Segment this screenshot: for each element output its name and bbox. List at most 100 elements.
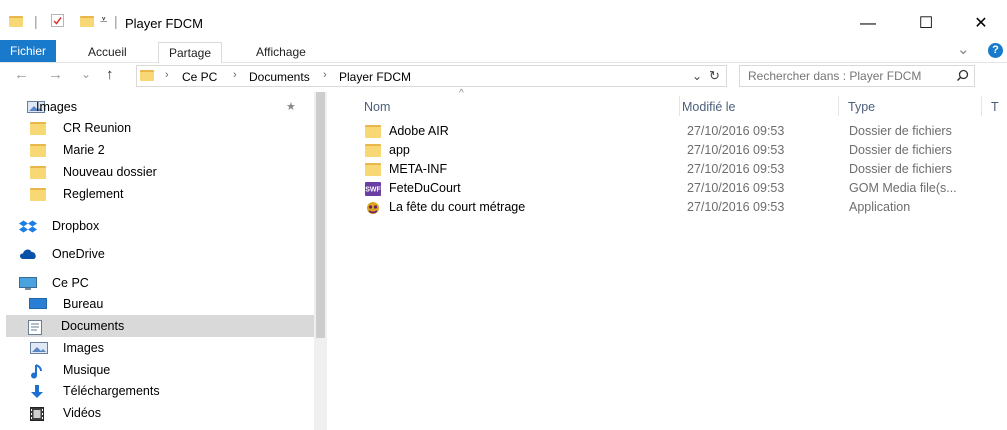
nav-item-label: Bureau [63, 297, 104, 311]
nav-item-images[interactable]: Images ★ [8, 96, 314, 118]
back-button[interactable]: ← [14, 66, 29, 83]
folder-icon [365, 144, 381, 160]
expand-ribbon-icon[interactable]: ⌄ [957, 40, 970, 58]
folder-icon [30, 144, 46, 160]
nav-item-label: Ce PC [52, 276, 89, 290]
nav-item-label: Téléchargements [63, 384, 160, 398]
column-header-modifie[interactable]: Modifié le [682, 100, 736, 114]
file-type: Dossier de fichiers [849, 143, 952, 157]
folder-icon [140, 70, 154, 81]
nav-item-label: Dropbox [52, 219, 100, 233]
nav-item-téléchargements[interactable]: Téléchargements [8, 380, 314, 402]
file-row[interactable]: Adobe AIR 27/10/2016 09:53 Dossier de fich… [363, 122, 1003, 141]
svg-text:SWF: SWF [365, 187, 381, 194]
nav-scrollbar-thumb[interactable] [316, 92, 325, 338]
nav-item-marie-2[interactable]: Marie 2 [8, 139, 314, 161]
tab-partage[interactable]: Partage [158, 42, 223, 63]
breadcrumb-documents[interactable]: Documents [249, 70, 310, 84]
nav-item-label: Reglement [63, 187, 124, 201]
nav-item-onedrive[interactable]: OneDrive [8, 243, 314, 265]
folder-icon [365, 163, 381, 179]
tab-fichier[interactable]: Fichier [0, 40, 57, 62]
properties-icon[interactable] [51, 14, 64, 27]
up-button[interactable]: ↑ [106, 66, 114, 83]
nav-item-label: Vidéos [63, 406, 101, 420]
nav-item-ce-pc[interactable]: Ce PC [8, 272, 314, 294]
nav-item-label: Marie 2 [63, 143, 105, 157]
file-date: 27/10/2016 09:53 [687, 124, 785, 138]
nav-item-label: Documents [61, 319, 125, 333]
swf-file-icon: SWF [365, 182, 381, 199]
file-row[interactable]: La fête du court métrage 27/10/2016 09:53… [363, 198, 1003, 217]
nav-item-label: Nouveau dossier [63, 165, 157, 179]
folder-icon [30, 166, 46, 182]
column-header-nom[interactable]: Nom [364, 100, 390, 114]
address-row: ← → ⌄ ↑ › Ce PC › Documents › Player FDC… [0, 63, 1007, 91]
help-icon[interactable]: ? [988, 43, 1003, 58]
column-divider[interactable] [981, 96, 982, 116]
recent-locations-button[interactable]: ⌄ [81, 67, 91, 81]
folder-icon [30, 122, 46, 138]
forward-button[interactable]: → [48, 66, 63, 83]
documents-icon [28, 320, 42, 338]
pictures-icon [30, 342, 48, 357]
nav-item-bureau[interactable]: Bureau [8, 293, 314, 315]
address-bar[interactable]: › Ce PC › Documents › Player FDCM ⌄ ↻ [136, 65, 727, 87]
dropbox-icon [19, 220, 37, 237]
file-type: Dossier de fichiers [849, 124, 952, 138]
search-box[interactable] [739, 65, 975, 87]
file-date: 27/10/2016 09:53 [687, 200, 785, 214]
maximize-button[interactable]: ☐ [903, 10, 949, 38]
application-icon [365, 201, 381, 218]
nav-item-vidéos[interactable]: Vidéos [8, 402, 314, 424]
nav-item-nouveau-dossier[interactable]: Nouveau dossier [8, 161, 314, 183]
column-header-type[interactable]: Type [848, 100, 875, 114]
navigation-pane: Images ★ CR Reunion Marie 2 Nouveau dossier R… [0, 92, 327, 430]
address-dropdown-button[interactable]: ⌄ [692, 69, 702, 83]
folder-icon [9, 16, 23, 27]
column-divider[interactable] [838, 96, 839, 116]
nav-item-label: OneDrive [52, 247, 105, 261]
downloads-icon [30, 385, 44, 403]
column-header-taille[interactable]: T [991, 100, 999, 114]
customize-quick-access-icon[interactable]: ⩡ [100, 12, 107, 28]
desktop-icon [29, 298, 47, 312]
file-row[interactable]: SWF FeteDuCourt 27/10/2016 09:53 GOM Media … [363, 179, 1003, 198]
computer-icon [19, 277, 37, 294]
breadcrumb-separator: › [323, 69, 327, 81]
file-list: ^ Nom Modifié le Type T Adobe AIR 27/10/2… [329, 88, 1007, 430]
search-input[interactable] [748, 69, 948, 83]
nav-item-label: Musique [63, 363, 111, 377]
refresh-button[interactable]: ↻ [709, 68, 720, 84]
breadcrumb-ce-pc[interactable]: Ce PC [182, 70, 217, 84]
nav-item-documents[interactable]: Documents [6, 315, 314, 337]
breadcrumb-player-fdcm[interactable]: Player FDCM [339, 70, 411, 84]
file-name: app [389, 143, 410, 157]
new-folder-icon[interactable] [80, 16, 94, 27]
nav-item-label: Images [36, 100, 77, 114]
nav-item-cr-reunion[interactable]: CR Reunion [8, 117, 314, 139]
search-icon[interactable] [956, 69, 969, 85]
file-row[interactable]: app 27/10/2016 09:53 Dossier de fichiers [363, 141, 1003, 160]
title-bar: | ⩡ | Player FDCM — ☐ ✕ [0, 0, 1007, 37]
nav-item-dropbox[interactable]: Dropbox [8, 215, 314, 237]
file-row[interactable]: META-INF 27/10/2016 09:53 Dossier de fichi… [363, 160, 1003, 179]
nav-item-label: Images [63, 341, 104, 355]
tab-accueil[interactable]: Accueil [78, 42, 137, 62]
tab-affichage[interactable]: Affichage [246, 42, 316, 62]
pin-icon[interactable]: ★ [286, 100, 296, 113]
nav-item-images[interactable]: Images [8, 337, 314, 359]
file-date: 27/10/2016 09:53 [687, 143, 785, 157]
minimize-button[interactable]: — [845, 10, 891, 38]
nav-item-reglement[interactable]: Reglement [8, 183, 314, 205]
ribbon-tabs: Fichier Accueil Partage Affichage ⌄ ? [0, 38, 1007, 63]
file-name: FeteDuCourt [389, 181, 461, 195]
close-button[interactable]: ✕ [958, 10, 1004, 38]
file-type: GOM Media file(s... [849, 181, 957, 195]
onedrive-icon [19, 248, 37, 262]
file-date: 27/10/2016 09:53 [687, 181, 785, 195]
column-divider[interactable] [679, 96, 680, 116]
nav-item-musique[interactable]: Musique [8, 359, 314, 381]
file-type: Dossier de fichiers [849, 162, 952, 176]
file-name: La fête du court métrage [389, 200, 526, 214]
